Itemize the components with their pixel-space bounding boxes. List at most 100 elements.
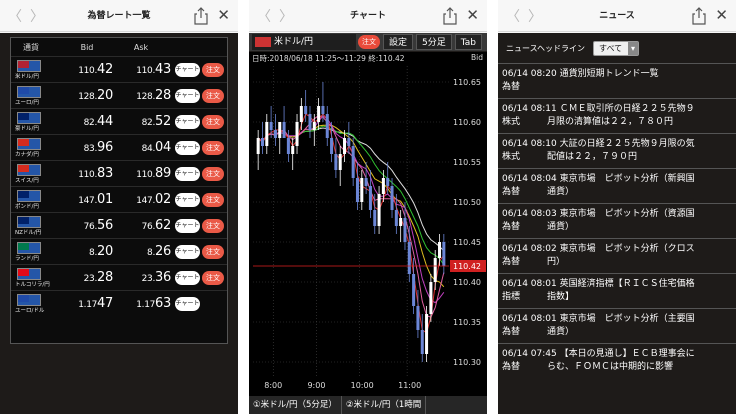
ask-price-pips: 02 xyxy=(155,192,171,207)
order-button[interactable]: 注文 xyxy=(202,219,224,233)
news-item[interactable]: 06/14 08:02 東京市場 ピボット分析（クロス 為替 円） xyxy=(498,238,736,273)
candle-body xyxy=(308,114,312,130)
news-item[interactable]: 06/14 08:01 東京市場 ピボット分析（主要国 為替 通貨） xyxy=(498,308,736,343)
chart-button[interactable]: チャート xyxy=(175,115,200,129)
current-price-label: 110.42 xyxy=(453,262,481,271)
order-button[interactable]: 注文 xyxy=(358,35,380,49)
chart-button[interactable]: チャート xyxy=(175,219,200,233)
candle-body xyxy=(416,306,420,330)
timeframe-button[interactable]: 5分足 xyxy=(416,34,452,50)
ask-price-main: 147. xyxy=(136,196,156,206)
chart-button[interactable]: チャート xyxy=(175,271,200,285)
chart-button[interactable]: チャート xyxy=(175,141,200,155)
chart-tab-1[interactable]: ①米ドル/円（5分足） xyxy=(249,396,342,414)
close-icon[interactable]: ✕ xyxy=(217,6,230,24)
candle-body xyxy=(438,242,442,258)
share-icon[interactable] xyxy=(194,7,208,25)
ask-price-pips: 63 xyxy=(155,296,171,311)
news-title: 通貨別短期トレンド一覧 xyxy=(559,69,659,79)
candle-body xyxy=(304,106,308,114)
order-button[interactable]: 注文 xyxy=(202,89,224,103)
flag-icon xyxy=(17,137,41,150)
bid-price-pips: 83 xyxy=(97,166,113,181)
moving-average-line xyxy=(257,113,445,334)
ask-price-pips: 28 xyxy=(155,88,171,103)
pair-selector[interactable]: 米ドル/円 xyxy=(252,34,356,50)
candle-body xyxy=(347,138,351,146)
close-icon[interactable]: ✕ xyxy=(715,6,728,24)
bid-price: 8.20 xyxy=(61,244,113,259)
chart-button[interactable]: チャート xyxy=(175,193,200,207)
news-category: 為替 xyxy=(502,187,521,197)
flag-icon xyxy=(17,111,41,124)
news-category: 為替 xyxy=(502,222,521,232)
candle-body xyxy=(278,122,282,138)
flag-accent xyxy=(18,294,29,302)
news-header-label: ニュースヘッドライン xyxy=(506,43,586,53)
bid-price-main: 83. xyxy=(83,144,98,154)
candle-body xyxy=(420,330,424,354)
chart-button[interactable]: チャート xyxy=(175,245,200,259)
settings-button[interactable]: 設定 xyxy=(383,34,414,50)
chart-button[interactable]: チャート xyxy=(175,63,200,77)
y-tick-label: 110.30 xyxy=(453,358,481,367)
chart-button[interactable]: チャート xyxy=(175,297,200,311)
news-filter-select[interactable]: すべて xyxy=(593,40,640,56)
chart-button[interactable]: チャート xyxy=(175,167,200,181)
bid-price-pips: 20 xyxy=(97,88,113,103)
tab-button[interactable]: Tab xyxy=(454,34,482,50)
flag-accent xyxy=(18,86,29,94)
share-icon[interactable] xyxy=(443,7,457,25)
news-item[interactable]: 06/14 08:01 英国経済指標【ＲＩＣＳ住宅価格 指標 指数】 xyxy=(498,273,736,308)
order-button[interactable]: 注文 xyxy=(202,63,224,77)
flag-icon xyxy=(17,241,41,254)
bid-price-main: 110. xyxy=(78,170,98,180)
order-button[interactable]: 注文 xyxy=(202,167,224,181)
candlestick-chart[interactable]: 110.65 110.60 110.55 110.50 110.45 110.40 110.… xyxy=(249,52,487,396)
chart-tabs: ①米ドル/円（5分足） ②米ドル/円（1時間 xyxy=(249,396,487,414)
chart-button[interactable]: チャート xyxy=(175,89,200,103)
candle-body xyxy=(394,210,398,226)
currency-pair: スイス/円 xyxy=(11,161,61,187)
close-icon[interactable]: ✕ xyxy=(466,6,479,24)
order-button[interactable]: 注文 xyxy=(202,193,224,207)
rate-row: ランド/円 8.20 8.26 チャート 注文 xyxy=(11,238,227,264)
share-icon[interactable] xyxy=(692,7,706,25)
rate-row: ユーロ/円 128.20 128.28 チャート 注文 xyxy=(11,82,227,108)
y-tick-label: 110.50 xyxy=(453,198,481,207)
currency-pair: ポンド/円 xyxy=(11,187,61,213)
flag-icon xyxy=(17,59,41,72)
y-tick-label: 110.45 xyxy=(453,238,481,247)
news-item[interactable]: 06/14 08:11 ＣＭＥ取引所の日経２２５先物９ 株式 月限の清算値は２２，… xyxy=(498,98,736,133)
candle-body xyxy=(425,314,429,354)
ask-price-main: 82. xyxy=(141,118,156,128)
order-button[interactable]: 注文 xyxy=(202,115,224,129)
candle-body xyxy=(291,146,295,154)
chart-tab-2[interactable]: ②米ドル/円（1時間 xyxy=(342,396,427,414)
news-content: ニュースヘッドライン すべて 06/14 08:20 通貨別短期トレンド一覧為替… xyxy=(498,33,736,414)
ask-price-main: 84. xyxy=(141,144,156,154)
rate-rows: 米ドル/円 110.42 110.43 チャート 注文 ユーロ/円 128.20 128.28… xyxy=(11,56,227,316)
currency-pair: トルコリラ/円 xyxy=(11,265,61,291)
candle-body xyxy=(265,122,269,146)
chart-area[interactable]: 110.65 110.60 110.55 110.50 110.45 110.40 110.… xyxy=(249,52,487,396)
order-button[interactable]: 注文 xyxy=(202,245,224,259)
news-item[interactable]: 06/14 08:03 東京市場 ピボット分析（資源国 為替 通貨） xyxy=(498,203,736,238)
news-title: 東京市場 ピボット分析（主要国 xyxy=(559,314,695,324)
news-item[interactable]: 06/14 07:45 【本日の見通し】ＥＣＢ理事会に 為替 らむ、ＦＯＭＣは中期… xyxy=(498,343,736,378)
news-item[interactable]: 06/14 08:10 大証の日経２２５先物９月限の気 株式 配値は２２，７９０円 xyxy=(498,133,736,168)
navbar: 〈 〉 チャート ✕ xyxy=(249,0,487,32)
order-button[interactable]: 注文 xyxy=(202,141,224,155)
news-item[interactable]: 06/14 08:20 通貨別短期トレンド一覧 為替 xyxy=(498,63,736,98)
order-button[interactable]: 注文 xyxy=(202,271,224,285)
currency-pair: カナダ/円 xyxy=(11,135,61,161)
bid-price-main: 147. xyxy=(78,196,98,206)
bid-price-main: 110. xyxy=(78,66,98,76)
candle-body xyxy=(325,114,329,138)
ask-price: 110.43 xyxy=(113,62,171,77)
news-category-line: 指標 指数】 xyxy=(502,291,732,304)
news-time: 06/14 08:01 xyxy=(502,314,557,324)
news-item[interactable]: 06/14 08:04 東京市場 ピボット分析（新興国 為替 通貨） xyxy=(498,168,736,203)
candle-body xyxy=(412,274,416,306)
pair-name: 豪ドル/円 xyxy=(15,125,39,132)
